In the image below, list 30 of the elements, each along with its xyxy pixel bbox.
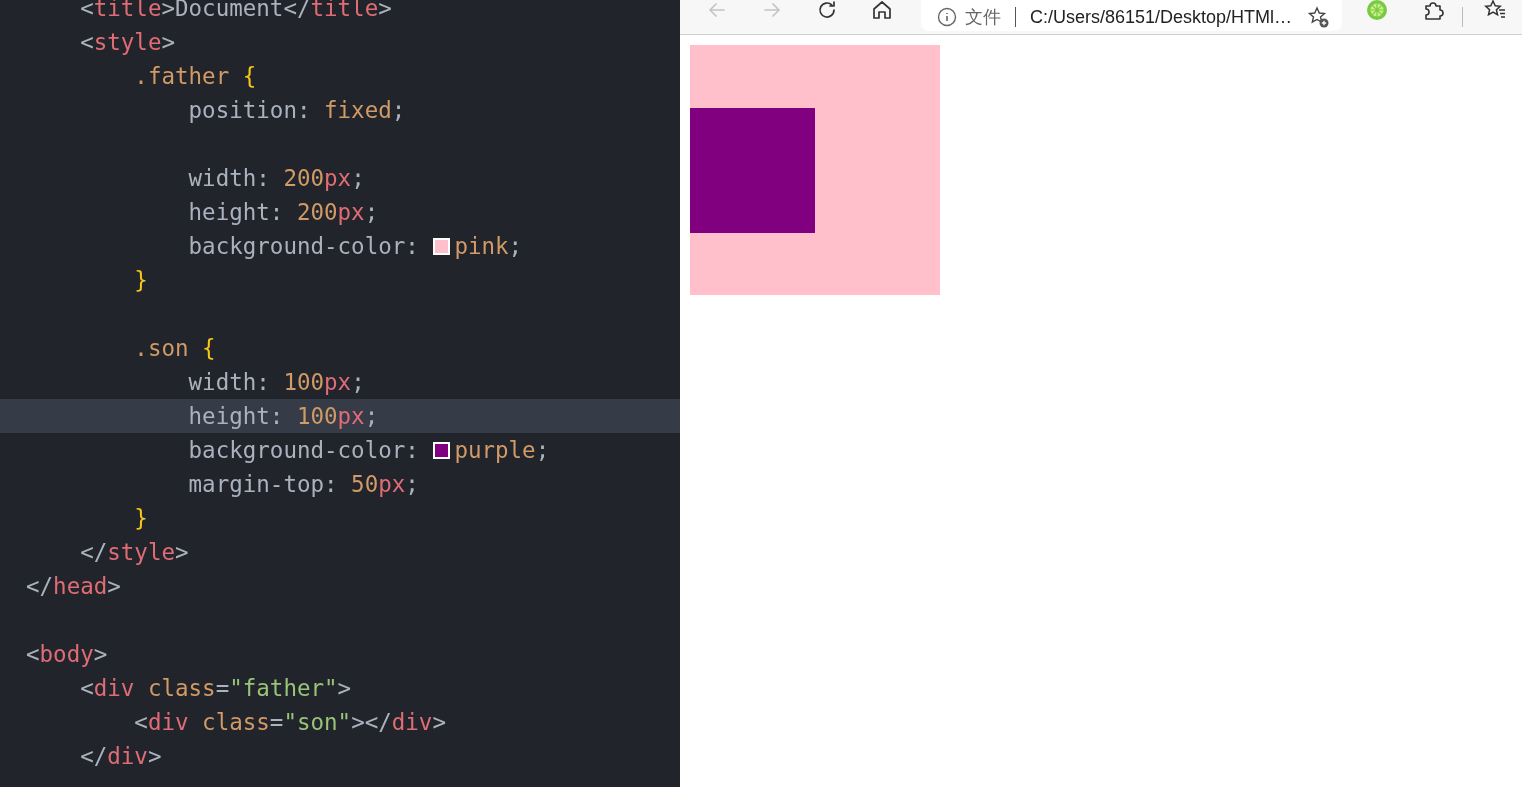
star-add-icon[interactable] [1306, 5, 1330, 29]
info-icon[interactable] [937, 7, 957, 27]
code-line: height: 200px; [187, 198, 379, 227]
code-line: height: 100px; [187, 402, 379, 431]
code-line: width: 200px; [187, 164, 365, 193]
code-line: <div class="father"> [79, 674, 352, 703]
code-line: </head> [26, 572, 121, 601]
code-line: background-color: [187, 232, 420, 261]
code-line: </div> [79, 742, 162, 771]
code-line: margin-top: 50px; [187, 470, 419, 499]
code-line: <style> [79, 28, 175, 57]
code-line: position: fixed; [187, 96, 406, 125]
code-line: .son { [133, 334, 216, 363]
address-bar[interactable]: 文件 C:/Users/86151/Desktop/HTMl… [921, 0, 1342, 31]
code-line: purple; [454, 436, 550, 465]
code-line: width: 100px; [187, 368, 365, 397]
color-swatch-icon[interactable] [433, 237, 451, 255]
house-icon [870, 0, 894, 22]
code-line: <div class="son"></div> [133, 708, 446, 737]
code-line: } [133, 266, 148, 295]
code-line: </style> [79, 538, 189, 567]
puzzle-icon[interactable] [1422, 0, 1444, 21]
code-line: pink; [454, 232, 523, 261]
url-text[interactable]: C:/Users/86151/Desktop/HTMl… [1030, 6, 1298, 28]
code-line: background-color: [187, 436, 420, 465]
code-line: .father { [133, 62, 257, 91]
color-swatch-icon[interactable] [433, 441, 451, 459]
code-line: <body> [26, 640, 108, 669]
scheme-label: 文件 [965, 6, 1001, 29]
code-line: } [133, 504, 148, 533]
